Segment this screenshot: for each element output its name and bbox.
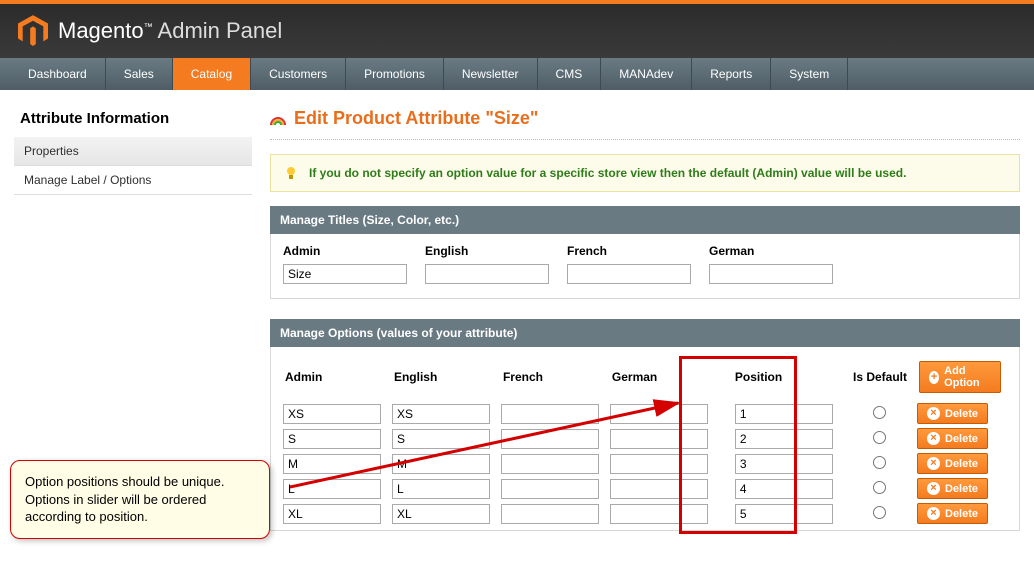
option-input-english[interactable]: [392, 504, 490, 524]
titles-label-french: French: [567, 244, 691, 258]
sidebar-item-properties[interactable]: Properties: [14, 137, 252, 166]
add-option-button[interactable]: +Add Option: [919, 361, 1001, 393]
options-col-french: French: [501, 357, 610, 401]
header: Magento™ Admin Panel: [0, 4, 1034, 58]
titles-label-english: English: [425, 244, 549, 258]
option-input-position[interactable]: [735, 479, 833, 499]
option-input-admin[interactable]: [283, 404, 381, 424]
option-input-french[interactable]: [501, 404, 599, 424]
is-default-radio[interactable]: [873, 506, 886, 519]
option-row: ×Delete: [283, 451, 1007, 476]
titles-input-german[interactable]: [709, 264, 833, 284]
option-input-french[interactable]: [501, 479, 599, 499]
nav-item-catalog[interactable]: Catalog: [173, 58, 251, 90]
rainbow-icon: [270, 111, 286, 127]
option-input-admin[interactable]: [283, 429, 381, 449]
titles-input-french[interactable]: [567, 264, 691, 284]
page-title: Edit Product Attribute "Size": [270, 102, 1020, 140]
nav-item-reports[interactable]: Reports: [692, 58, 771, 90]
option-input-position[interactable]: [735, 454, 833, 474]
x-icon: ×: [927, 432, 940, 445]
sidebar-title: Attribute Information: [14, 102, 252, 137]
nav-item-cms[interactable]: CMS: [538, 58, 602, 90]
option-input-english[interactable]: [392, 479, 490, 499]
option-input-german[interactable]: [610, 429, 708, 449]
option-row: ×Delete: [283, 501, 1007, 526]
x-icon: ×: [927, 407, 940, 420]
notice-box: If you do not specify an option value fo…: [270, 154, 1020, 192]
titles-section-body: Admin English French German: [270, 234, 1020, 299]
plus-icon: +: [929, 371, 939, 384]
is-default-radio[interactable]: [873, 431, 886, 444]
option-input-german[interactable]: [610, 454, 708, 474]
magento-logo-icon: [18, 15, 48, 47]
x-icon: ×: [927, 457, 940, 470]
x-icon: ×: [927, 507, 940, 520]
nav-item-sales[interactable]: Sales: [106, 58, 173, 90]
option-input-german[interactable]: [610, 404, 708, 424]
options-section-body: AdminEnglishFrenchGermanPositionIs Defau…: [270, 347, 1020, 531]
options-col-is-default: Is Default: [845, 357, 917, 401]
is-default-radio[interactable]: [873, 456, 886, 469]
options-col-position: Position: [719, 357, 845, 401]
option-row: ×Delete: [283, 426, 1007, 451]
option-input-admin[interactable]: [283, 479, 381, 499]
brand-title: Magento™ Admin Panel: [58, 18, 282, 44]
option-row: ×Delete: [283, 476, 1007, 501]
option-row: ×Delete: [283, 401, 1007, 426]
x-icon: ×: [927, 482, 940, 495]
nav-item-system[interactable]: System: [771, 58, 848, 90]
sidebar-item-manage-label-options[interactable]: Manage Label / Options: [14, 166, 252, 195]
options-col-english: English: [392, 357, 501, 401]
nav-item-manadev[interactable]: MANAdev: [601, 58, 692, 90]
option-input-french[interactable]: [501, 429, 599, 449]
is-default-radio[interactable]: [873, 481, 886, 494]
nav-item-newsletter[interactable]: Newsletter: [444, 58, 538, 90]
lightbulb-icon: [283, 165, 299, 181]
delete-button[interactable]: ×Delete: [917, 453, 988, 474]
delete-button[interactable]: ×Delete: [917, 403, 988, 424]
nav-item-dashboard[interactable]: Dashboard: [10, 58, 106, 90]
delete-button[interactable]: ×Delete: [917, 503, 988, 524]
option-input-admin[interactable]: [283, 504, 381, 524]
titles-label-german: German: [709, 244, 833, 258]
option-input-position[interactable]: [735, 404, 833, 424]
options-col-admin: Admin: [283, 357, 392, 401]
option-input-position[interactable]: [735, 429, 833, 449]
is-default-radio[interactable]: [873, 406, 886, 419]
option-input-english[interactable]: [392, 429, 490, 449]
option-input-english[interactable]: [392, 454, 490, 474]
options-col-german: German: [610, 357, 719, 401]
titles-section-head: Manage Titles (Size, Color, etc.): [270, 206, 1020, 234]
annotation-callout: Option positions should be unique. Optio…: [10, 460, 270, 539]
delete-button[interactable]: ×Delete: [917, 478, 988, 499]
titles-input-english[interactable]: [425, 264, 549, 284]
option-input-french[interactable]: [501, 454, 599, 474]
delete-button[interactable]: ×Delete: [917, 428, 988, 449]
content: Edit Product Attribute "Size" If you do …: [270, 102, 1020, 551]
titles-input-admin[interactable]: [283, 264, 407, 284]
main-nav: DashboardSalesCatalogCustomersPromotions…: [0, 58, 1034, 90]
nav-item-customers[interactable]: Customers: [251, 58, 346, 90]
options-section-head: Manage Options (values of your attribute…: [270, 319, 1020, 347]
option-input-english[interactable]: [392, 404, 490, 424]
option-input-position[interactable]: [735, 504, 833, 524]
option-input-german[interactable]: [610, 504, 708, 524]
option-input-german[interactable]: [610, 479, 708, 499]
options-table: AdminEnglishFrenchGermanPositionIs Defau…: [283, 357, 1007, 526]
option-input-admin[interactable]: [283, 454, 381, 474]
titles-label-admin: Admin: [283, 244, 407, 258]
nav-item-promotions[interactable]: Promotions: [346, 58, 444, 90]
option-input-french[interactable]: [501, 504, 599, 524]
